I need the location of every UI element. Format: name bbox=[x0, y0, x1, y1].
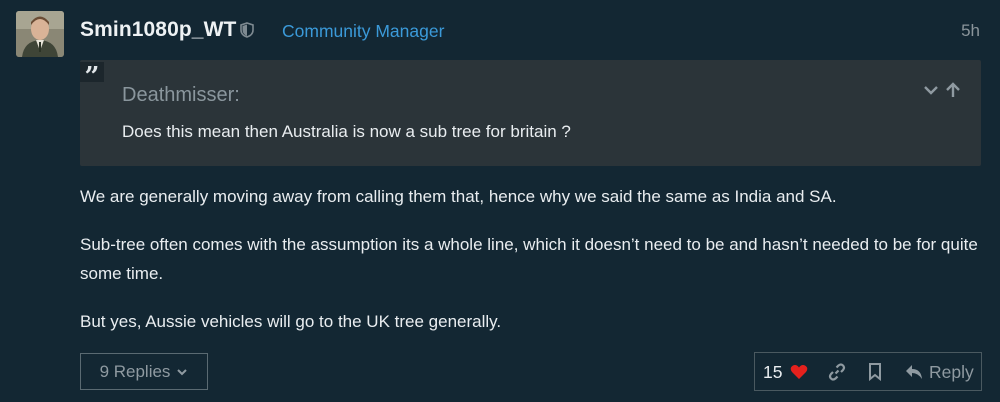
post-paragraph: But yes, Aussie vehicles will go to the … bbox=[80, 312, 502, 331]
quote-icon: ” bbox=[80, 62, 104, 92]
bookmark-icon[interactable] bbox=[868, 363, 882, 381]
quote-author[interactable]: Deathmisser: bbox=[122, 84, 240, 107]
username[interactable]: Smin1080p_WT bbox=[80, 18, 236, 42]
reply-label: Reply bbox=[929, 361, 974, 382]
heart-icon[interactable] bbox=[790, 364, 808, 380]
shield-icon bbox=[240, 22, 254, 38]
reply-arrow-icon bbox=[906, 365, 922, 379]
post-paragraph: We are generally moving away from callin… bbox=[80, 187, 837, 206]
chevron-down-icon[interactable] bbox=[923, 82, 939, 98]
like-count[interactable]: 15 bbox=[763, 362, 782, 383]
link-icon[interactable] bbox=[828, 363, 846, 381]
post-paragraph: Sub-tree often comes with the assumption… bbox=[80, 235, 978, 283]
reply-button[interactable]: Reply bbox=[905, 360, 974, 384]
replies-label: 9 Replies bbox=[99, 361, 171, 381]
user-title[interactable]: Community Manager bbox=[282, 21, 444, 42]
quote-controls bbox=[923, 82, 961, 98]
arrow-up-icon[interactable] bbox=[945, 82, 961, 98]
post-actions: 15 Reply bbox=[754, 352, 982, 391]
quote-block: ” Deathmisser: Does this mean then Austr… bbox=[80, 60, 981, 166]
avatar[interactable] bbox=[16, 11, 64, 57]
chevron-down-icon bbox=[177, 368, 188, 375]
post-timestamp[interactable]: 5h bbox=[961, 21, 980, 41]
quote-text: Does this mean then Australia is now a s… bbox=[122, 122, 571, 141]
replies-button[interactable]: 9 Replies bbox=[80, 353, 208, 390]
